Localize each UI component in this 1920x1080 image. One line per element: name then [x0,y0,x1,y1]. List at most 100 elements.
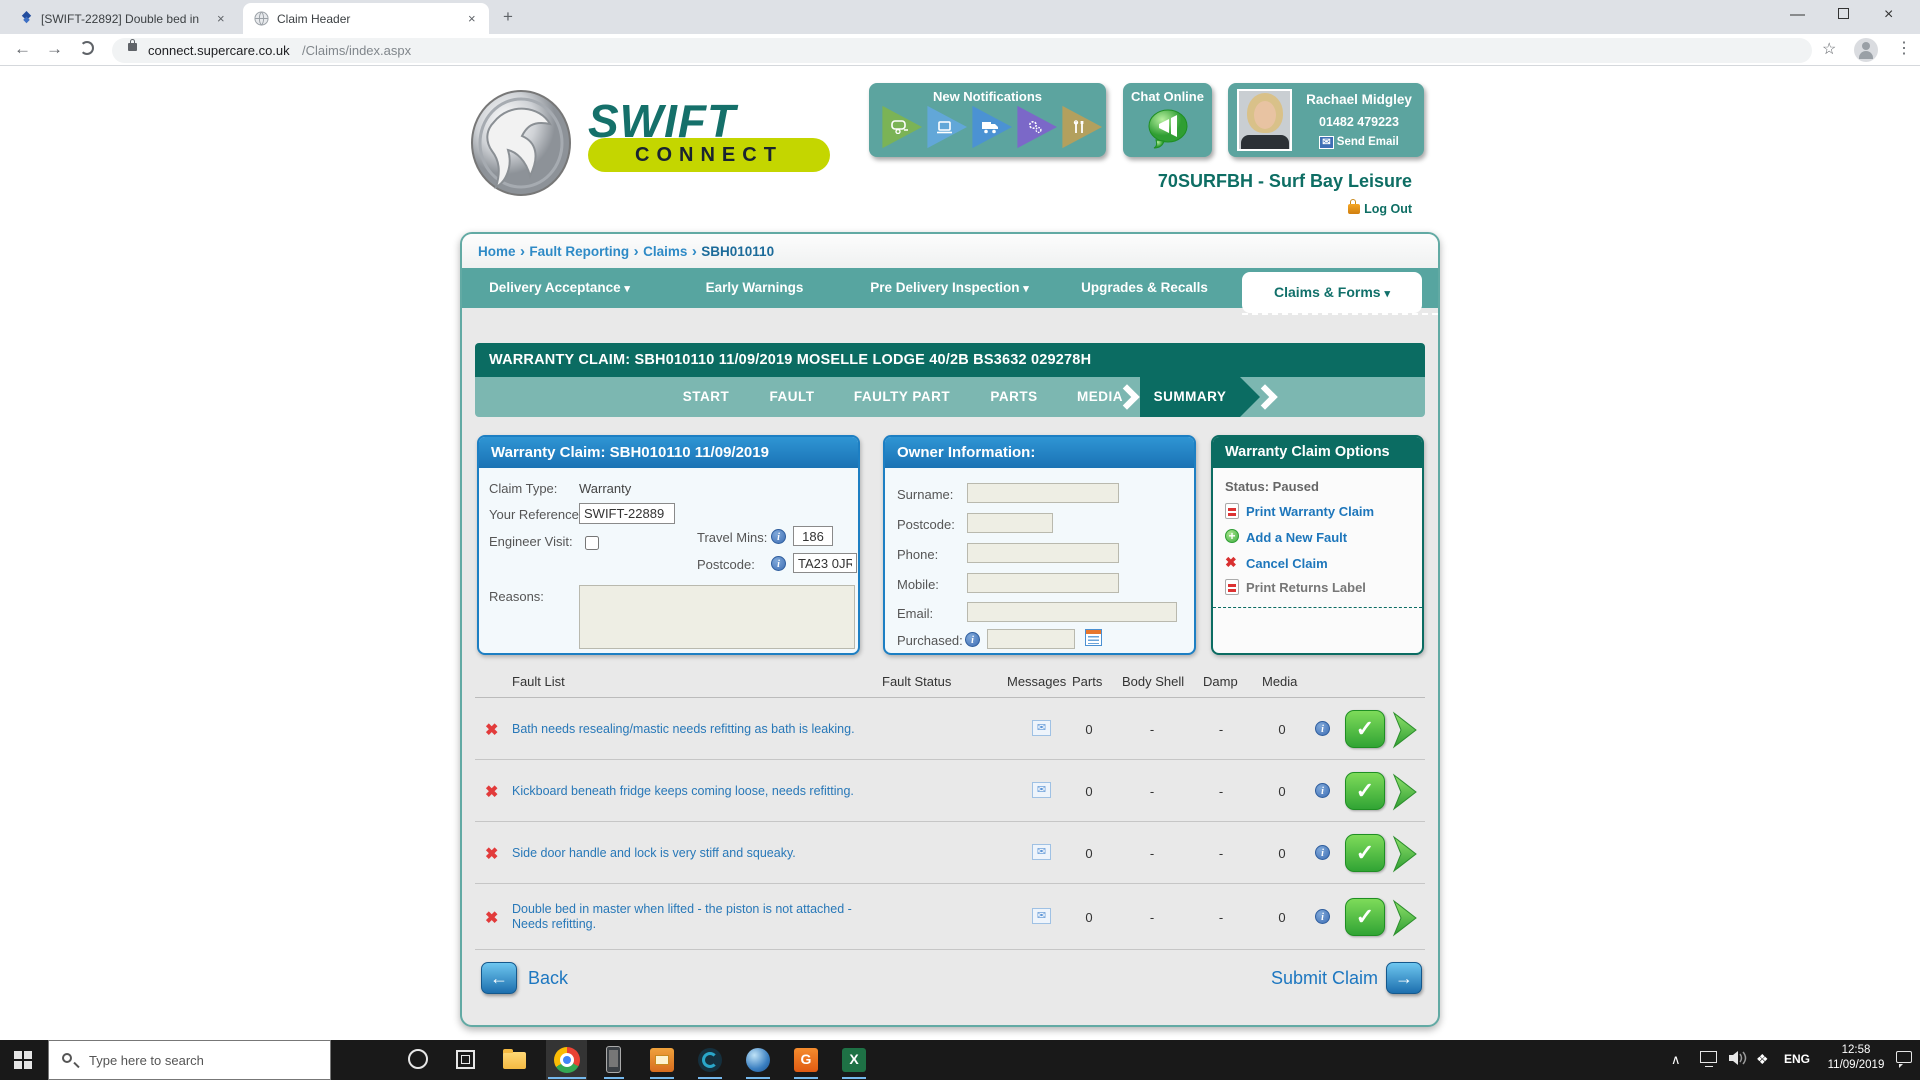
surname-input[interactable] [967,483,1119,503]
step-start[interactable]: START [683,377,730,417]
your-reference-input[interactable] [579,503,675,524]
fault-description-link[interactable]: Side door handle and lock is very stiff … [512,846,892,861]
file-explorer-icon[interactable] [503,1052,526,1069]
print-warranty-claim-link[interactable]: Print Warranty Claim [1246,504,1374,519]
window-maximize-button[interactable] [1838,8,1849,19]
step-summary-arrow[interactable]: SUMMARY [1140,377,1260,417]
fault-complete-button[interactable]: ✓ [1345,772,1385,810]
tray-dropbox-icon[interactable]: ❖ [1756,1051,1769,1068]
fault-complete-button[interactable]: ✓ [1345,710,1385,748]
step-fault[interactable]: FAULT [770,377,815,417]
fault-info-icon[interactable]: i [1315,845,1330,860]
send-email-link[interactable]: ✉ Send Email [1298,136,1420,148]
nav-tab-early-warnings[interactable]: Early Warnings [657,268,852,308]
phone-input[interactable] [967,543,1119,563]
start-button[interactable] [14,1051,32,1069]
postcode-info-icon[interactable]: i [771,556,786,571]
window-close-button[interactable]: × [1884,6,1893,24]
bookmark-star-icon[interactable]: ☆ [1822,39,1836,59]
tab-close-icon[interactable]: × [217,11,225,26]
chrome-icon[interactable] [554,1047,580,1073]
fault-description-link[interactable]: Bath needs resealing/mastic needs refitt… [512,722,892,737]
your-phone-icon[interactable] [606,1046,621,1073]
tray-network-icon[interactable] [1700,1051,1717,1063]
nav-tab-delivery-acceptance[interactable]: Delivery Acceptance ▾ [462,268,657,308]
tab-close-icon[interactable]: × [468,11,476,26]
step-faulty-part[interactable]: FAULTY PART [854,377,950,417]
claim-postcode-input[interactable] [793,553,857,573]
calendar-icon[interactable] [1085,629,1102,646]
owner-postcode-input[interactable] [967,513,1053,533]
notifications-title: New Notifications [869,89,1106,104]
tray-chevron-up-icon[interactable]: ∧ [1671,1052,1681,1068]
submit-claim-label[interactable]: Submit Claim [1248,968,1378,989]
browser-tab-active[interactable]: Claim Header × [243,3,489,34]
breadcrumb-home[interactable]: Home [478,244,516,259]
messages-envelope-icon[interactable]: ✉ [1032,844,1051,860]
fault-info-icon[interactable]: i [1315,783,1330,798]
tray-date[interactable]: 11/09/2019 [1820,1059,1892,1071]
task-view-icon[interactable] [456,1050,475,1069]
browser-reload-button[interactable] [80,41,94,55]
breadcrumb-fault-reporting[interactable]: Fault Reporting [529,244,629,259]
logout-button[interactable]: Log Out [1262,200,1412,218]
purchased-info-icon[interactable]: i [965,632,980,647]
nav-tab-claims-forms-active[interactable]: Claims & Forms ▾ [1242,272,1422,313]
outlook-icon[interactable] [650,1048,674,1072]
cortana-icon[interactable] [408,1049,428,1069]
mobile-input[interactable] [967,573,1119,593]
delete-fault-icon[interactable]: ✖ [485,844,498,864]
action-center-icon[interactable] [1896,1051,1912,1063]
fault-info-icon[interactable]: i [1315,909,1330,924]
travel-mins-input[interactable] [793,526,833,546]
back-button[interactable]: ← [481,962,517,994]
tray-time[interactable]: 12:58 [1820,1044,1892,1056]
purchased-input[interactable] [987,629,1075,649]
step-parts[interactable]: PARTS [990,377,1037,417]
reasons-textarea[interactable] [579,585,855,649]
add-new-fault-link[interactable]: Add a New Fault [1246,530,1347,545]
fault-row: ✖ Bath needs resealing/mastic needs refi… [475,698,1425,760]
chat-megaphone-icon[interactable] [1146,106,1190,155]
print-returns-label-link[interactable]: Print Returns Label [1246,580,1366,595]
gpdf-app-icon[interactable]: G [794,1048,818,1072]
submit-claim-button[interactable]: → [1386,962,1422,994]
fault-description-link[interactable]: Double bed in master when lifted - the p… [512,902,912,932]
browser-menu-icon[interactable]: ⋮ [1896,38,1912,58]
browser-back-button[interactable]: ← [14,39,31,59]
cancel-claim-link[interactable]: Cancel Claim [1246,556,1328,571]
messages-envelope-icon[interactable]: ✉ [1032,908,1051,924]
excel-icon[interactable]: X [842,1048,866,1072]
fault-complete-button[interactable]: ✓ [1345,834,1385,872]
fault-description-link[interactable]: Kickboard beneath fridge keeps coming lo… [512,784,892,799]
monitor-stand [1705,1064,1713,1067]
nav-tab-upgrades-recalls[interactable]: Upgrades & Recalls [1047,268,1242,308]
fault-info-icon[interactable]: i [1315,721,1330,736]
engineer-visit-checkbox[interactable] [585,536,599,550]
fault-open-arrow-icon[interactable] [1390,835,1420,873]
browser-forward-button[interactable]: → [46,39,63,59]
new-tab-button[interactable]: + [503,7,513,27]
profile-avatar-icon[interactable] [1854,38,1878,62]
travel-mins-info-icon[interactable]: i [771,529,786,544]
tray-volume-icon[interactable] [1728,1049,1748,1067]
delete-fault-icon[interactable]: ✖ [485,782,498,802]
fault-open-arrow-icon[interactable] [1390,773,1420,811]
back-label[interactable]: Back [528,968,568,989]
messages-envelope-icon[interactable]: ✉ [1032,782,1051,798]
fault-open-arrow-icon[interactable] [1390,899,1420,937]
delete-fault-icon[interactable]: ✖ [485,908,498,928]
email-input[interactable] [967,602,1177,622]
nav-tab-pre-delivery-inspection[interactable]: Pre Delivery Inspection ▾ [852,268,1047,308]
tray-language[interactable]: ENG [1784,1052,1810,1066]
taskbar-search-input[interactable] [48,1040,331,1080]
delete-fault-icon[interactable]: ✖ [485,720,498,740]
window-minimize-button[interactable]: — [1790,6,1805,23]
swoosh-app-icon[interactable] [698,1048,722,1072]
breadcrumb-claims[interactable]: Claims [643,244,687,259]
messages-envelope-icon[interactable]: ✉ [1032,720,1051,736]
fault-open-arrow-icon[interactable] [1390,711,1420,749]
browser-tab-jira[interactable]: [SWIFT-22892] Double bed in ma × [10,3,240,34]
fault-complete-button[interactable]: ✓ [1345,898,1385,936]
globe-app-icon[interactable] [746,1048,770,1072]
